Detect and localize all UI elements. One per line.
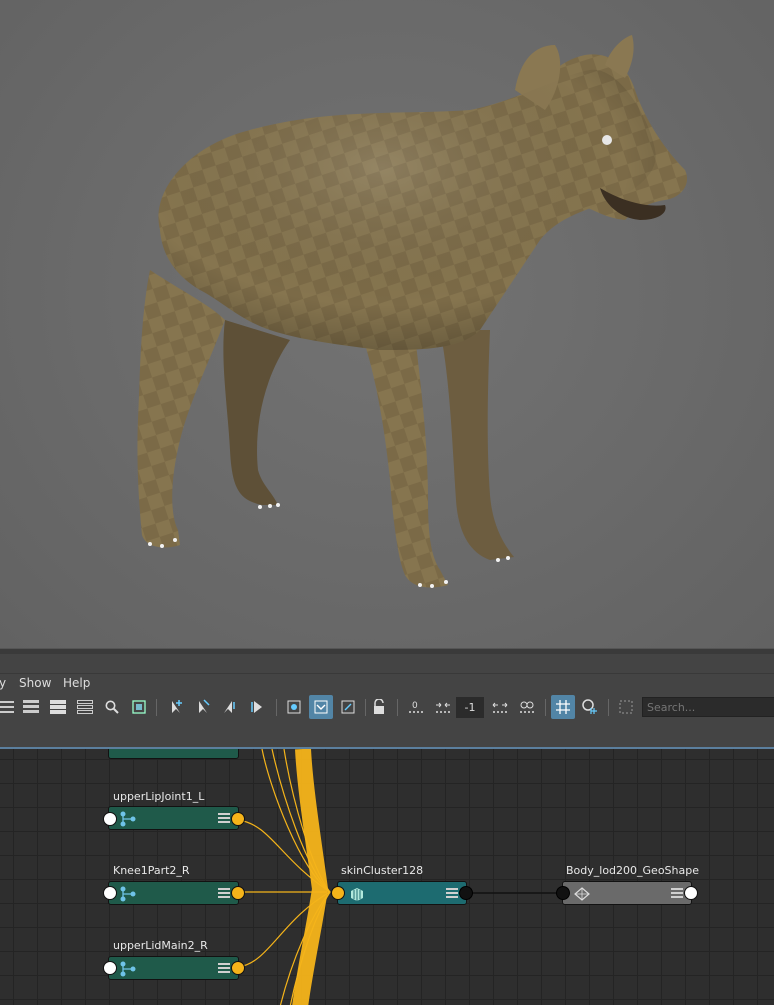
- hyena-body: [137, 35, 688, 588]
- node-body-shape[interactable]: [562, 881, 692, 905]
- graph-selection-icon[interactable]: [309, 695, 333, 719]
- 3d-viewport[interactable]: [0, 0, 774, 648]
- clear-graph-icon[interactable]: [336, 695, 360, 719]
- menu-item-help[interactable]: Help: [63, 676, 90, 690]
- toggle-view-icon[interactable]: [614, 695, 638, 719]
- show-primary-attrs-icon[interactable]: [73, 695, 97, 719]
- input-port[interactable]: [103, 961, 117, 975]
- node-label-upper-lip-joint: upperLipJoint1_L: [113, 790, 205, 803]
- show-connected-attrs-icon[interactable]: [46, 695, 70, 719]
- joint-icon: [120, 961, 136, 977]
- node-graph-canvas[interactable]: upperLipJoint1_L Knee1Part2_R upperLidMa…: [0, 747, 774, 1005]
- input-port[interactable]: [103, 812, 117, 826]
- output-port[interactable]: [231, 812, 245, 826]
- snap-to-grid-icon[interactable]: [578, 695, 602, 719]
- node-label-body-shape: Body_lod200_GeoShape: [566, 864, 699, 877]
- input-port[interactable]: [103, 886, 117, 900]
- joint-icon: [120, 886, 136, 902]
- node-skin-cluster[interactable]: [337, 881, 467, 905]
- node-editor-menubar: y Show Help: [0, 674, 774, 694]
- output-port[interactable]: [684, 886, 698, 900]
- expand-icon[interactable]: [488, 695, 512, 719]
- node-editor-toolbar: 0 -1: [0, 694, 774, 722]
- grid-toggle-icon[interactable]: [551, 695, 575, 719]
- graph-upstream-icon[interactable]: [218, 695, 242, 719]
- node-upper-lid[interactable]: [108, 956, 239, 980]
- frame-selected-icon[interactable]: [127, 695, 151, 719]
- node-label-knee-part: Knee1Part2_R: [113, 864, 190, 877]
- menu-item-partial[interactable]: y: [0, 676, 6, 690]
- remove-selected-icon[interactable]: [191, 695, 215, 719]
- node-upper-lip-joint[interactable]: [108, 806, 239, 830]
- output-port[interactable]: [459, 886, 473, 900]
- search-input[interactable]: [642, 697, 774, 717]
- hyena-model[interactable]: [0, 0, 774, 648]
- joint-icon: [120, 811, 136, 827]
- zero-offset-icon[interactable]: 0: [404, 695, 428, 719]
- attr-menu-icon[interactable]: [218, 888, 230, 899]
- lock-icon[interactable]: [367, 695, 391, 719]
- input-port[interactable]: [331, 886, 345, 900]
- mesh-shape-icon: [574, 887, 590, 901]
- graph-downstream-icon[interactable]: [245, 695, 269, 719]
- collapse-icon[interactable]: [431, 695, 455, 719]
- node-label-skin-cluster: skinCluster128: [341, 864, 424, 877]
- node-editor-tab-strip: [0, 722, 774, 747]
- search-icon[interactable]: [100, 695, 124, 719]
- add-selected-icon[interactable]: [164, 695, 188, 719]
- attr-menu-icon[interactable]: [218, 963, 230, 974]
- show-all-attrs-icon[interactable]: [19, 695, 43, 719]
- node-joint-partial[interactable]: [108, 749, 239, 759]
- link-icon[interactable]: [515, 695, 539, 719]
- output-port[interactable]: [231, 886, 245, 900]
- output-port[interactable]: [231, 961, 245, 975]
- menu-item-show[interactable]: Show: [19, 676, 51, 690]
- input-port[interactable]: [556, 886, 570, 900]
- attr-menu-icon[interactable]: [671, 888, 683, 899]
- frame-value-field[interactable]: -1: [456, 697, 484, 718]
- attr-menu-icon[interactable]: [446, 888, 458, 899]
- node-knee-part[interactable]: [108, 881, 239, 905]
- node-editor-header: [0, 654, 774, 674]
- attr-menu-icon[interactable]: [218, 813, 230, 824]
- layout-list-icon[interactable]: [0, 695, 18, 719]
- graph-input-output-icon[interactable]: [282, 695, 306, 719]
- node-label-upper-lid: upperLidMain2_R: [113, 939, 208, 952]
- svg-text:0: 0: [412, 701, 418, 711]
- skin-cluster-icon: [351, 888, 363, 901]
